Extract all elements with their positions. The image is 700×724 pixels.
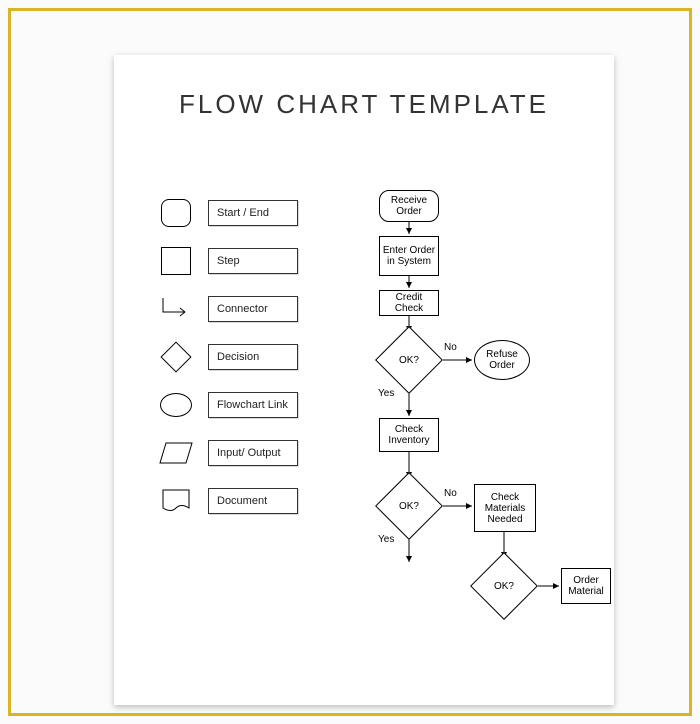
flowchart: Receive Order Enter Order in System Cred… bbox=[344, 190, 604, 700]
legend-label: Start / End bbox=[208, 200, 298, 226]
node-check-materials: Check Materials Needed bbox=[474, 484, 536, 532]
legend-label: Flowchart Link bbox=[208, 392, 298, 418]
document-page: FLOW CHART TEMPLATE Start / End Step bbox=[114, 55, 614, 705]
legend-label: Step bbox=[208, 248, 298, 274]
connector-icon bbox=[154, 291, 198, 327]
edge-label-no: No bbox=[444, 488, 457, 499]
node-order-material: Order Material bbox=[561, 568, 611, 604]
decision-icon bbox=[154, 339, 198, 375]
node-decision-ok1 bbox=[375, 326, 443, 394]
legend-label: Decision bbox=[208, 344, 298, 370]
node-decision-ok3 bbox=[470, 552, 538, 620]
node-check-inventory: Check Inventory bbox=[379, 418, 439, 452]
legend-label: Document bbox=[208, 488, 298, 514]
legend-row-connector: Connector bbox=[154, 291, 324, 327]
page-title: FLOW CHART TEMPLATE bbox=[114, 89, 614, 120]
legend-row-link: Flowchart Link bbox=[154, 387, 324, 423]
legend-label: Input/ Output bbox=[208, 440, 298, 466]
edge-label-no: No bbox=[444, 342, 457, 353]
terminator-icon bbox=[154, 195, 198, 231]
document-icon bbox=[154, 483, 198, 519]
node-enter-order: Enter Order in System bbox=[379, 236, 439, 276]
io-icon bbox=[154, 435, 198, 471]
legend-label: Connector bbox=[208, 296, 298, 322]
node-receive-order: Receive Order bbox=[379, 190, 439, 222]
link-icon bbox=[154, 387, 198, 423]
step-icon bbox=[154, 243, 198, 279]
legend: Start / End Step Connector bbox=[154, 195, 324, 531]
node-credit-check: Credit Check bbox=[379, 290, 439, 316]
edge-label-yes: Yes bbox=[378, 388, 394, 399]
gold-frame: FLOW CHART TEMPLATE Start / End Step bbox=[8, 8, 692, 716]
legend-row-terminator: Start / End bbox=[154, 195, 324, 231]
node-refuse-order: Refuse Order bbox=[474, 340, 530, 380]
edge-label-yes: Yes bbox=[378, 534, 394, 545]
legend-row-step: Step bbox=[154, 243, 324, 279]
legend-row-io: Input/ Output bbox=[154, 435, 324, 471]
legend-row-document: Document bbox=[154, 483, 324, 519]
legend-row-decision: Decision bbox=[154, 339, 324, 375]
node-decision-ok2 bbox=[375, 472, 443, 540]
